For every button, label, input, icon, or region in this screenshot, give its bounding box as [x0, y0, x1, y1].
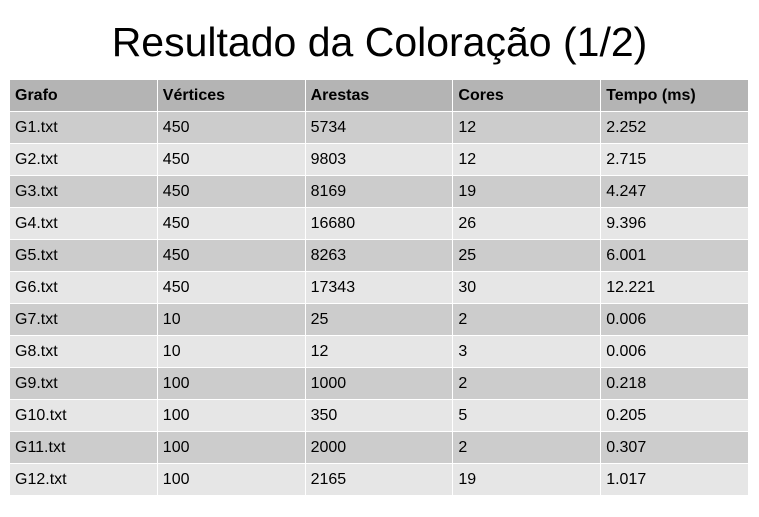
- table-row: G8.txt 10 12 3 0.006: [9, 335, 749, 368]
- cell-cores: 12: [452, 111, 602, 144]
- cell-cores: 3: [452, 335, 602, 368]
- cell-vertices: 450: [156, 207, 306, 240]
- table-row: G1.txt 450 5734 12 2.252: [9, 111, 749, 144]
- cell-cores: 2: [452, 367, 602, 400]
- cell-tempo: 4.247: [600, 175, 749, 208]
- cell-grafo: G3.txt: [9, 175, 158, 208]
- column-header-tempo: Tempo (ms): [600, 80, 749, 112]
- cell-arestas: 2165: [304, 463, 454, 496]
- cell-vertices: 10: [156, 303, 306, 336]
- cell-grafo: G11.txt: [9, 431, 158, 464]
- cell-grafo: G1.txt: [9, 111, 158, 144]
- cell-cores: 26: [452, 207, 602, 240]
- cell-cores: 2: [452, 431, 602, 464]
- cell-tempo: 12.221: [600, 271, 749, 304]
- table-row: G6.txt 450 17343 30 12.221: [9, 271, 749, 304]
- cell-vertices: 450: [156, 111, 306, 144]
- table-row: G2.txt 450 9803 12 2.715: [9, 143, 749, 176]
- results-table: Grafo Vértices Arestas Cores Tempo (ms) …: [9, 80, 749, 496]
- cell-vertices: 450: [156, 175, 306, 208]
- table-row: G4.txt 450 16680 26 9.396: [9, 207, 749, 240]
- cell-arestas: 5734: [304, 111, 454, 144]
- cell-arestas: 1000: [304, 367, 454, 400]
- cell-cores: 19: [452, 175, 602, 208]
- cell-grafo: G12.txt: [9, 463, 158, 496]
- cell-grafo: G8.txt: [9, 335, 158, 368]
- cell-arestas: 16680: [304, 207, 454, 240]
- cell-vertices: 100: [156, 431, 306, 464]
- cell-cores: 30: [452, 271, 602, 304]
- cell-arestas: 8169: [304, 175, 454, 208]
- cell-arestas: 2000: [304, 431, 454, 464]
- cell-tempo: 0.006: [600, 335, 749, 368]
- cell-grafo: G10.txt: [9, 399, 158, 432]
- cell-cores: 12: [452, 143, 602, 176]
- cell-vertices: 10: [156, 335, 306, 368]
- cell-grafo: G7.txt: [9, 303, 158, 336]
- cell-arestas: 25: [304, 303, 454, 336]
- cell-grafo: G6.txt: [9, 271, 158, 304]
- column-header-arestas: Arestas: [304, 80, 454, 112]
- cell-tempo: 0.205: [600, 399, 749, 432]
- cell-tempo: 9.396: [600, 207, 749, 240]
- cell-grafo: G4.txt: [9, 207, 158, 240]
- cell-vertices: 450: [156, 239, 306, 272]
- cell-vertices: 450: [156, 271, 306, 304]
- table-row: G7.txt 10 25 2 0.006: [9, 303, 749, 336]
- table-header-row: Grafo Vértices Arestas Cores Tempo (ms): [9, 80, 749, 112]
- cell-vertices: 100: [156, 399, 306, 432]
- cell-grafo: G9.txt: [9, 367, 158, 400]
- cell-cores: 19: [452, 463, 602, 496]
- cell-grafo: G5.txt: [9, 239, 158, 272]
- column-header-grafo: Grafo: [9, 80, 158, 112]
- page-title: Resultado da Coloração (1/2): [111, 19, 648, 65]
- cell-vertices: 450: [156, 143, 306, 176]
- cell-tempo: 0.218: [600, 367, 749, 400]
- table-row: G3.txt 450 8169 19 4.247: [9, 175, 749, 208]
- cell-cores: 2: [452, 303, 602, 336]
- table-row: G5.txt 450 8263 25 6.001: [9, 239, 749, 272]
- cell-arestas: 12: [304, 335, 454, 368]
- cell-tempo: 2.715: [600, 143, 749, 176]
- table-row: G9.txt 100 1000 2 0.218: [9, 367, 749, 400]
- cell-arestas: 350: [304, 399, 454, 432]
- cell-tempo: 6.001: [600, 239, 749, 272]
- column-header-cores: Cores: [452, 80, 602, 112]
- cell-arestas: 9803: [304, 143, 454, 176]
- cell-tempo: 0.307: [600, 431, 749, 464]
- table-row: G12.txt 100 2165 19 1.017: [9, 463, 749, 496]
- table-row: G11.txt 100 2000 2 0.307: [9, 431, 749, 464]
- cell-cores: 25: [452, 239, 602, 272]
- cell-vertices: 100: [156, 367, 306, 400]
- cell-tempo: 0.006: [600, 303, 749, 336]
- table-row: G10.txt 100 350 5 0.205: [9, 399, 749, 432]
- column-header-vertices: Vértices: [156, 80, 306, 112]
- cell-arestas: 8263: [304, 239, 454, 272]
- cell-vertices: 100: [156, 463, 306, 496]
- cell-tempo: 2.252: [600, 111, 749, 144]
- cell-tempo: 1.017: [600, 463, 749, 496]
- cell-arestas: 17343: [304, 271, 454, 304]
- cell-grafo: G2.txt: [9, 143, 158, 176]
- cell-cores: 5: [452, 399, 602, 432]
